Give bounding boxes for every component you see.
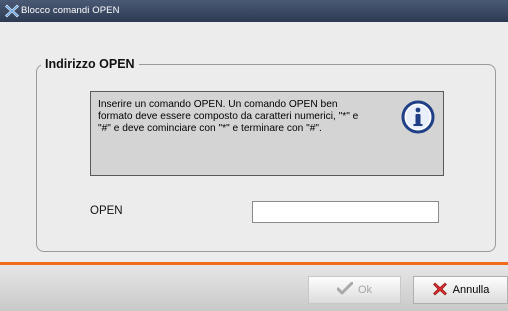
- ok-button[interactable]: Ok: [308, 276, 401, 304]
- dialog-content: Indirizzo OPEN Inserire un comando OPEN.…: [0, 22, 508, 262]
- info-text-line-3: "#" e deve cominciare con "*" e terminar…: [98, 123, 322, 134]
- open-command-input[interactable]: [252, 201, 439, 223]
- checkmark-icon: [336, 281, 358, 299]
- title-bar: Blocco comandi OPEN: [0, 0, 508, 22]
- info-text-line-2: formato deve essere composto da caratter…: [98, 111, 359, 122]
- window-title: Blocco comandi OPEN: [21, 5, 120, 16]
- info-text-line-1: Inserire un comando OPEN. Un comando OPE…: [98, 99, 338, 110]
- info-text: Inserire un comando OPEN. Un comando OPE…: [98, 99, 388, 135]
- cancel-button[interactable]: Annulla: [413, 276, 508, 304]
- red-x-icon: [432, 281, 453, 300]
- info-icon: [400, 99, 436, 135]
- ok-button-label: Ok: [357, 284, 373, 296]
- open-field-label: OPEN: [90, 205, 123, 217]
- app-x-icon: [4, 3, 20, 19]
- group-legend: Indirizzo OPEN: [45, 57, 135, 71]
- info-box: Inserire un comando OPEN. Un comando OPE…: [90, 91, 444, 176]
- cancel-button-label: Annulla: [452, 284, 490, 296]
